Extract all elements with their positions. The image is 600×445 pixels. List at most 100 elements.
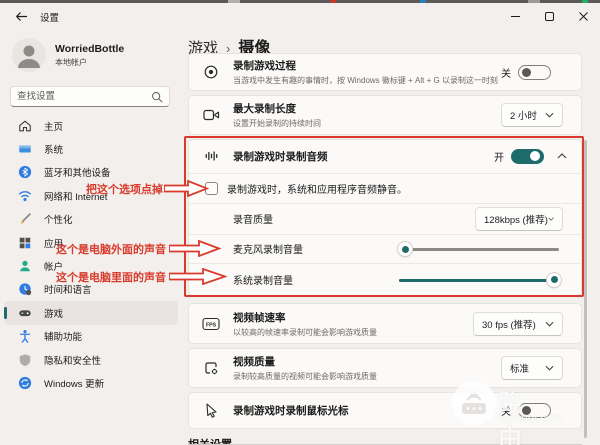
record-audio-toggle[interactable] [511,149,544,164]
sidebar-item-label: 蓝牙和其他设备 [44,165,111,179]
row-mute-checkbox: 录制游戏时，系统和应用程序音频静音。 [189,173,581,204]
avatar [12,38,46,72]
search-input[interactable] [17,91,151,102]
sidebar-item-gaming[interactable]: 游戏 [4,301,178,324]
accessibility-icon [18,329,32,343]
sidebar-item-accessibility[interactable]: 辅助功能 [4,325,178,348]
row-title: 视频质量 [233,354,501,369]
system-volume-slider[interactable] [399,273,559,287]
annotation-note-1: 把这个选项点掉 [86,181,163,197]
dropdown-value: 30 fps (推荐) [482,317,536,331]
row-video-framerate: FPS 视频帧速率 以较高的帧速率录制可能会影响游戏质量 30 fps (推荐) [188,303,582,344]
dropdown-value: 128kbps (推荐) [484,212,548,226]
scrollbar[interactable] [584,140,587,438]
row-subtitle: 录制较高质量的视频可能会影响游戏质量 [233,371,501,382]
checkbox-label: 录制游戏时，系统和应用程序音频静音。 [227,181,407,196]
apps-icon [18,236,32,250]
time-language-icon [18,282,32,296]
row-max-recording-length: 最大录制长度 设置开始录制的持续时间 2 小时 [188,95,582,135]
row-video-quality: 视频质量 录制较高质量的视频可能会影响游戏质量 标准 [188,348,582,388]
back-arrow-icon [15,11,28,22]
max-length-dropdown[interactable]: 2 小时 [501,103,563,127]
row-label: 系统录制音量 [233,276,293,287]
record-gameplay-toggle[interactable] [518,65,551,80]
windows-update-icon [18,376,32,390]
bluetooth-icon [18,165,32,179]
back-button[interactable] [12,8,30,26]
personalization-icon [18,212,32,226]
system-icon [18,142,32,156]
chevron-down-icon [545,321,554,327]
search-box[interactable] [10,86,170,107]
sidebar-item-label: 辅助功能 [44,329,82,343]
settings-window: 设置 WorriedBottle 本地帐户 主页 [0,0,600,445]
cursor-icon [189,403,233,418]
svg-text:FPS: FPS [206,322,217,328]
row-title: 最大录制长度 [233,101,501,116]
row-subtitle: 当游戏中发生有趣的事情时，按 Windows 徽标键 + Alt + G 以录制… [233,75,501,86]
sidebar-item-label: 系统 [44,142,63,156]
group-record-audio: 录制游戏时录制音频 开 录制游戏时，系统和应用程序音频静音。 录音质量 128k… [188,139,582,296]
row-subtitle: 以较高的帧速率录制可能会影响游戏质量 [233,327,473,338]
window-title: 设置 [40,10,59,24]
row-record-gameplay: 录制游戏过程 当游戏中发生有趣的事情时，按 Windows 徽标键 + Alt … [188,53,582,91]
row-record-audio-header: 录制游戏时录制音频 开 [189,140,581,173]
minimize-button[interactable] [498,3,532,30]
chevron-up-icon[interactable] [557,153,567,159]
search-icon [151,91,163,103]
user-account-type: 本地帐户 [55,57,124,68]
video-quality-icon [189,360,233,376]
toggle-state-label: 关 [501,403,511,418]
sidebar-item-windows-update[interactable]: Windows 更新 [4,371,178,394]
sidebar-item-privacy[interactable]: 隐私和安全性 [4,348,178,371]
titlebar: 设置 [0,3,600,30]
audio-quality-dropdown[interactable]: 128kbps (推荐) [475,207,563,231]
sidebar-item-label: 游戏 [44,306,63,320]
gaming-icon [18,306,32,320]
user-name: WorriedBottle [55,43,124,55]
row-system-volume: 系统录制音量 [189,263,581,295]
group-title: 录制游戏时录制音频 [233,149,494,164]
sidebar-item-label: 个性化 [44,212,73,226]
sidebar-item-home[interactable]: 主页 [4,114,178,137]
minimize-icon [511,12,520,21]
home-icon [18,119,32,133]
sidebar-item-system[interactable]: 系统 [4,137,178,160]
annotation-arrow-3 [169,268,227,285]
row-subtitle: 设置开始录制的持续时间 [233,118,501,129]
sidebar: WorriedBottle 本地帐户 主页 系统 蓝牙和其他设备 [0,30,182,445]
close-button[interactable] [566,3,600,30]
dropdown-value: 标准 [510,361,529,375]
annotation-arrow-2 [169,240,221,257]
row-label: 麦克风录制音量 [233,245,303,256]
slider-thumb[interactable] [398,242,412,256]
chevron-down-icon [548,216,554,222]
dropdown-value: 2 小时 [510,108,537,122]
sidebar-item-label: 主页 [44,119,63,133]
row-title: 录制游戏时录制鼠标光标 [233,403,501,418]
accounts-icon [18,259,32,273]
row-audio-quality: 录音质量 128kbps (推荐) [189,203,581,234]
sidebar-item-personalization[interactable]: 个性化 [4,208,178,231]
maximize-button[interactable] [532,3,566,30]
audio-waveform-icon [189,149,233,163]
network-icon [18,189,32,203]
mic-volume-slider[interactable] [399,242,559,256]
user-account[interactable]: WorriedBottle 本地帐户 [12,38,124,72]
row-mic-volume: 麦克风录制音量 [189,234,581,264]
annotation-arrow-1 [164,180,209,197]
toggle-state-label: 关 [501,65,511,80]
fps-icon: FPS [189,317,233,331]
record-cursor-toggle[interactable] [518,403,551,418]
annotation-note-3: 这个是电脑里面的声音 [56,269,166,285]
annotation-note-2: 这个是电脑外面的声音 [56,241,166,257]
video-camera-icon [189,108,233,122]
close-icon [579,12,588,21]
record-icon [189,64,233,80]
chevron-down-icon [545,112,554,118]
video-quality-dropdown[interactable]: 标准 [501,356,563,380]
sidebar-item-label: Windows 更新 [44,376,104,390]
framerate-dropdown[interactable]: 30 fps (推荐) [473,312,563,336]
row-label: 录音质量 [233,215,273,226]
slider-thumb[interactable] [547,273,561,287]
